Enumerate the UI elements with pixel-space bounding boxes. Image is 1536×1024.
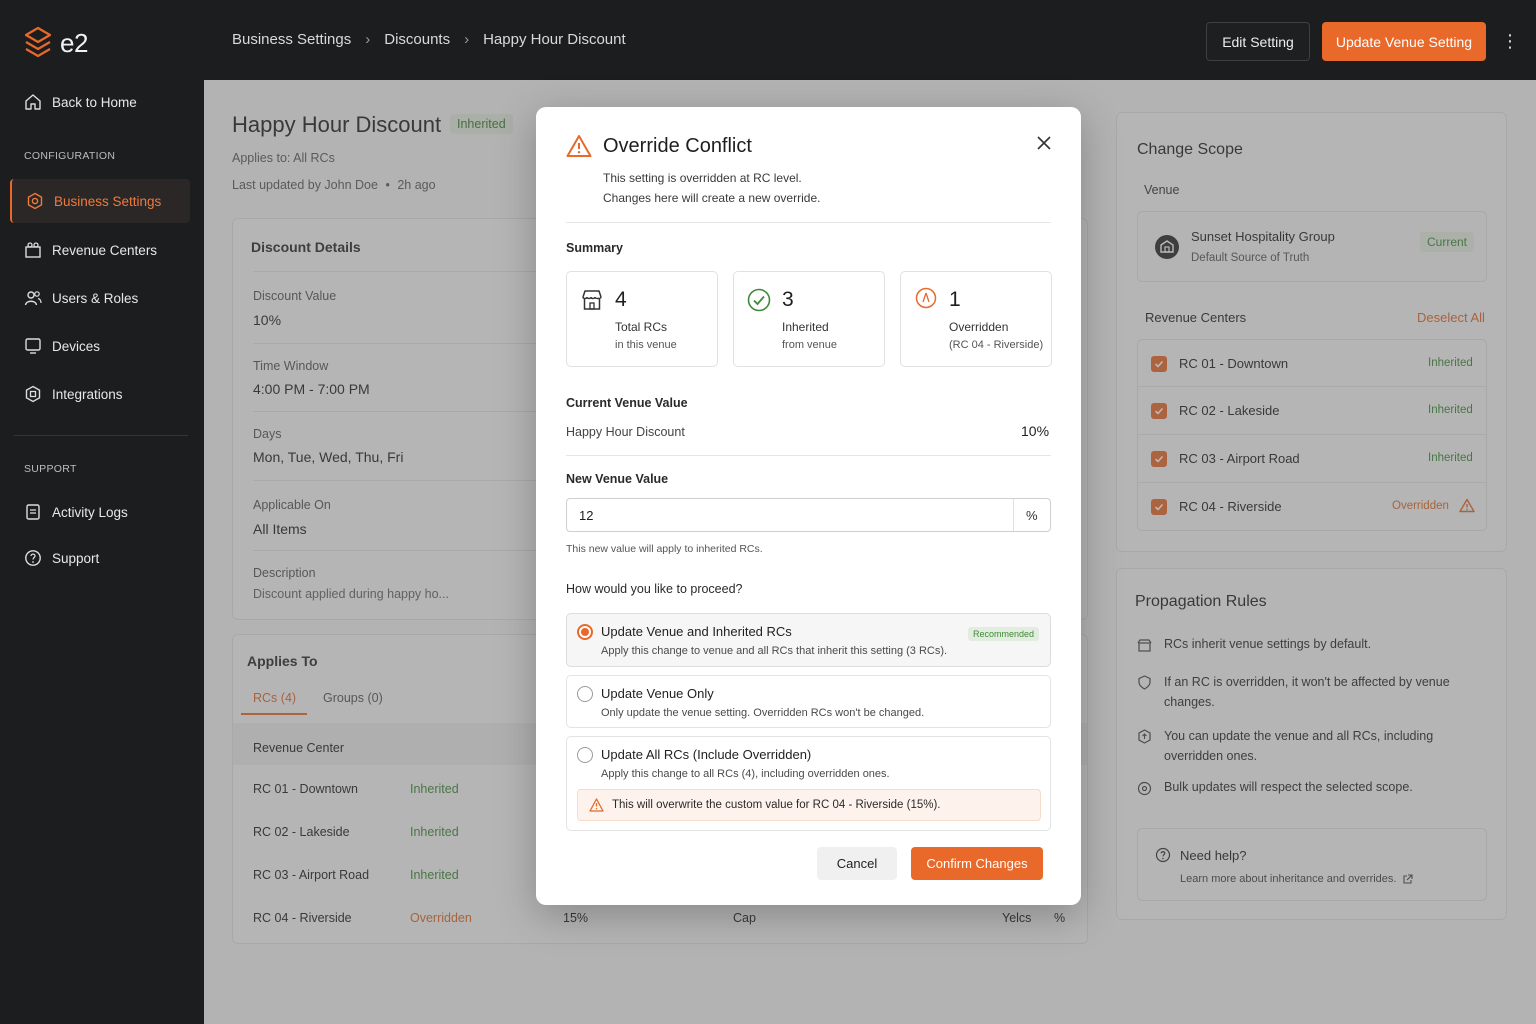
input-divider [1013, 499, 1014, 531]
users-icon [24, 289, 42, 307]
summary-number: 4 [615, 288, 627, 311]
sidebar-item-label: Revenue Centers [52, 242, 158, 258]
summary-label-1: Overridden [949, 320, 1009, 334]
option-title: Update Venue and Inherited RCs [601, 624, 792, 639]
nav-section-support: SUPPORT [24, 463, 77, 475]
warning-icon [589, 798, 604, 812]
sidebar-item-label: Devices [52, 338, 101, 354]
radio-unselected[interactable] [577, 686, 593, 702]
option-description: Apply this change to venue and all RCs t… [601, 645, 948, 657]
close-icon[interactable] [1036, 135, 1052, 151]
more-options-icon[interactable]: ⋮ [1501, 31, 1519, 51]
chevron-right-icon: › [464, 31, 470, 48]
option-description: Apply this change to all RCs (4), includ… [601, 768, 890, 780]
percent-suffix: % [1026, 508, 1038, 523]
option-title: Update All RCs (Include Overridden) [601, 747, 812, 762]
option-description: Only update the venue setting. Overridde… [601, 707, 925, 719]
summary-number: 3 [782, 288, 794, 311]
sidebar-item-support[interactable]: Support [10, 536, 190, 580]
sidebar-item-label: Users & Roles [52, 290, 139, 306]
option-update-venue-inherited[interactable]: Update Venue and Inherited RCs Apply thi… [566, 613, 1051, 667]
breadcrumb: Business Settings › Discounts › Happy Ho… [232, 31, 626, 48]
integration-icon [24, 385, 42, 403]
sidebar-item-activity-logs[interactable]: Activity Logs [10, 490, 190, 534]
sidebar-item-users-roles[interactable]: Users & Roles [10, 276, 190, 320]
store-icon [580, 288, 604, 312]
new-value-label: New Venue Value [566, 472, 669, 486]
current-value-name: Happy Hour Discount [566, 425, 685, 439]
back-to-home-link[interactable]: Back to Home [10, 80, 190, 124]
top-bar: Business Settings › Discounts › Happy Ho… [204, 0, 1536, 80]
summary-label-2: (RC 04 - Riverside) [949, 339, 1044, 351]
summary-label-1: Inherited [782, 320, 829, 334]
recommended-badge: Recommended [968, 627, 1040, 641]
summary-label-2: from venue [782, 339, 838, 351]
update-venue-setting-button[interactable]: Update Venue Setting [1322, 22, 1486, 61]
summary-label-1: Total RCs [615, 320, 668, 334]
modal-subtitle: Changes here will create a new override. [603, 191, 821, 205]
warning-text: This will overwrite the custom value for… [612, 799, 941, 811]
cancel-button[interactable]: Cancel [817, 847, 897, 880]
summary-card-overridden: 1 Overridden (RC 04 - Riverside) [900, 271, 1052, 367]
clipboard-icon [24, 503, 42, 521]
edit-setting-button[interactable]: Edit Setting [1206, 22, 1310, 61]
sidebar-item-business-settings[interactable]: Business Settings [10, 179, 190, 223]
modal-subtitle: This setting is overridden at RC level. [603, 171, 802, 185]
breadcrumb-item[interactable]: Business Settings [232, 31, 351, 48]
help-icon [24, 549, 42, 567]
sidebar-item-label: Support [52, 550, 100, 566]
summary-label-2: in this venue [615, 339, 677, 351]
sidebar-item-integrations[interactable]: Integrations [10, 372, 190, 416]
new-value-input[interactable] [568, 500, 1008, 530]
sidebar-item-revenue-centers[interactable]: Revenue Centers [10, 228, 190, 272]
summary-number: 1 [949, 288, 961, 311]
breadcrumb-item[interactable]: Discounts [384, 31, 450, 48]
summary-card-total: 4 Total RCs in this venue [566, 271, 718, 367]
option-title: Update Venue Only [601, 686, 714, 701]
current-value: 10% [1021, 423, 1050, 439]
divider [566, 222, 1051, 223]
option-update-all-rcs[interactable]: Update All RCs (Include Overridden) Appl… [566, 736, 1051, 831]
warning-icon [566, 134, 592, 158]
monitor-icon [24, 337, 42, 355]
home-icon [24, 93, 42, 111]
modal-title: Override Conflict [603, 135, 752, 157]
breadcrumb-current: Happy Hour Discount [483, 31, 626, 48]
override-conflict-modal: Override Conflict This setting is overri… [536, 107, 1081, 905]
radio-unselected[interactable] [577, 747, 593, 763]
alert-circle-icon [915, 287, 937, 309]
sidebar-item-label: Integrations [52, 386, 123, 402]
proceed-label: How would you like to proceed? [566, 582, 743, 596]
summary-card-inherited: 3 Inherited from venue [733, 271, 885, 367]
radio-selected[interactable] [577, 624, 593, 640]
nav-divider [14, 435, 188, 436]
building-icon [24, 241, 42, 259]
option-update-venue-only[interactable]: Update Venue Only Only update the venue … [566, 675, 1051, 728]
check-circle-icon [747, 288, 771, 312]
sidebar-item-label: Activity Logs [52, 504, 128, 520]
confirm-changes-button[interactable]: Confirm Changes [911, 847, 1043, 880]
warning-banner: This will overwrite the custom value for… [577, 789, 1041, 821]
logo-icon [24, 26, 52, 60]
logo-text: e2 [60, 27, 88, 58]
divider [566, 455, 1051, 456]
chevron-right-icon: › [365, 31, 371, 48]
sidebar-item-devices[interactable]: Devices [10, 324, 190, 368]
back-label: Back to Home [52, 94, 137, 110]
new-value-field[interactable]: % [566, 498, 1051, 532]
nav-section-configuration: CONFIGURATION [24, 150, 116, 162]
summary-label: Summary [566, 241, 623, 255]
new-value-hint: This new value will apply to inherited R… [566, 543, 763, 555]
gear-icon [26, 192, 44, 210]
sidebar-item-label: Business Settings [54, 193, 162, 209]
app-logo[interactable]: e2 [24, 26, 88, 60]
sidebar: e2 Back to Home CONFIGURATION Business S… [0, 0, 204, 1024]
current-value-label: Current Venue Value [566, 396, 688, 410]
